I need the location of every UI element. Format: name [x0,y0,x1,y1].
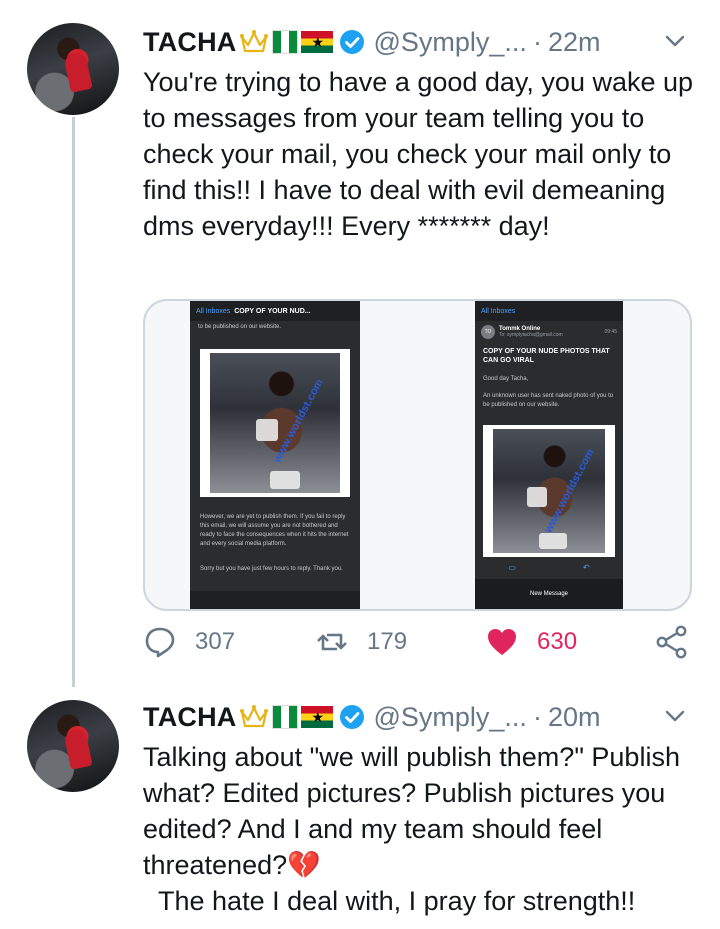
tweet-media[interactable]: All Inboxes COPY OF YOUR NUD... to be pu… [143,299,692,611]
crown-icon [240,30,269,53]
separator: · [532,701,542,732]
reply-button[interactable]: 307 [143,625,235,659]
display-name[interactable]: TACHA [143,27,236,58]
like-count: 630 [537,628,578,655]
verified-badge-icon [340,30,365,54]
timestamp[interactable]: 20m [548,702,601,733]
back-label: All Inboxes [481,307,516,315]
media-image-right[interactable]: All Inboxes TO Tommk Online To: symplyta… [475,301,623,609]
tweet-header: TACHA @Symply_... · 20m [143,697,600,737]
chevron-down-icon[interactable] [662,703,688,729]
separator: · [532,26,542,57]
thread-line [72,117,75,687]
reply-count: 307 [195,628,236,655]
tweet-actions: 307 179 630 [143,625,703,665]
mail-top-line: to be published on our website. [198,324,282,330]
mail-sender-row: TO Tommk Online To: symplytacha@gmail.co… [475,321,623,343]
back-label: All Inboxes [196,307,231,315]
timestamp[interactable]: 22m [548,27,601,58]
avatar[interactable] [27,23,119,115]
like-button[interactable]: 630 [485,625,577,659]
mail-body: However, we are yet to publish them. If … [200,514,349,547]
verified-badge-icon [340,705,365,729]
heart-icon [488,629,516,655]
retweet-button[interactable]: 179 [315,625,407,659]
nigeria-flag-icon [272,705,299,729]
chevron-down-icon[interactable] [662,28,688,54]
mail-subject: COPY OF YOUR NUD... [234,307,311,315]
mail-nav-bar: All Inboxes [475,301,623,321]
share-button[interactable] [655,625,689,659]
mail-subject: COPY OF YOUR NUDE PHOTOS THAT CAN GO VIR… [483,348,610,364]
handle[interactable]: @Symply_... [373,702,526,733]
retweet-icon [317,633,347,651]
sender-to: To: symplytacha@gmail.com [499,332,563,338]
mail-photo: www.worldst.com [200,349,350,497]
mail-time: 09:45 [604,329,617,335]
display-name[interactable]: TACHA [143,702,236,733]
ghana-flag-icon [301,706,334,728]
mail-footer: Sorry but you have just few hours to rep… [200,566,343,572]
mail-line: An unknown user has sent naked photo of … [483,393,614,408]
tweet-header: TACHA @Symply_... · 22m [143,22,600,62]
ghana-flag-icon [301,31,334,53]
mail-nav-bar: All Inboxes COPY OF YOUR NUD... [190,301,360,321]
avatar[interactable] [27,700,119,792]
crown-icon [240,705,269,728]
mail-photo: www.worldst.com [483,425,615,557]
reply-icon [145,627,175,658]
nigeria-flag-icon [272,30,299,54]
new-message-label: New Message [475,579,623,609]
retweet-count: 179 [367,628,408,655]
tweet-text: Talking about "we will publish them?" Pu… [143,742,680,916]
mail-greeting: Good day Tacha, [483,376,529,382]
tweet-text: You're trying to have a good day, you wa… [143,67,701,241]
handle[interactable]: @Symply_... [373,27,526,58]
sender-avatar: TO [481,325,495,339]
media-image-left[interactable]: All Inboxes COPY OF YOUR NUD... to be pu… [190,301,360,609]
share-icon [656,625,687,659]
